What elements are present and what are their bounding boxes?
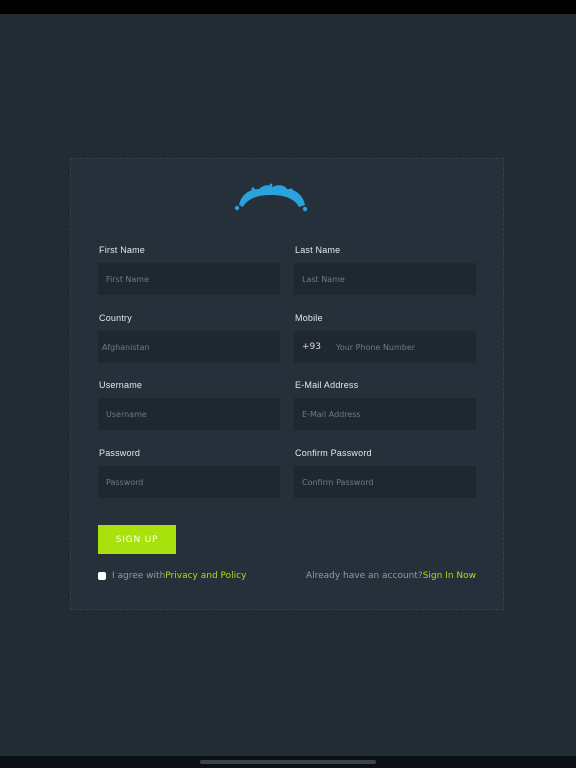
password-input[interactable]: Password [98,466,280,498]
last-name-input[interactable]: Last Name [294,263,476,295]
home-indicator[interactable] [200,760,376,764]
logo-icon [234,183,308,212]
agree-checkbox[interactable] [98,572,106,580]
home-bar-strip [0,756,576,768]
country-code[interactable]: +93 [294,342,328,352]
username-input[interactable]: Username [98,398,280,430]
country-select[interactable]: Afghanistan [98,331,280,363]
username-label: Username [99,380,143,390]
status-bar [0,0,576,14]
signup-card: First Name First Name Last Name Last Nam… [70,158,504,610]
mobile-label: Mobile [295,313,323,323]
email-label: E-Mail Address [295,380,359,390]
agree-text: I agree with [112,571,166,581]
privacy-policy-link[interactable]: Privacy and Policy [165,571,246,581]
password-label: Password [99,448,141,458]
account-row: Already have an account? Sign In Now [306,569,476,583]
mobile-field[interactable]: +93 Your Phone Number [294,331,476,363]
confirm-password-label: Confirm Password [295,448,372,458]
account-text: Already have an account? [305,571,423,581]
sign-in-link[interactable]: Sign In Now [423,571,476,581]
country-label: Country [99,313,132,323]
last-name-label: Last Name [295,245,341,255]
first-name-input[interactable]: First Name [98,263,280,295]
mobile-input[interactable]: Your Phone Number [328,343,415,352]
email-input[interactable]: E-Mail Address [294,398,476,430]
confirm-password-input[interactable]: Confirm Password [294,466,476,498]
first-name-label: First Name [99,245,146,255]
agree-row: I agree with Privacy and Policy [98,569,246,583]
signup-button[interactable]: SIGN UP [98,525,176,554]
